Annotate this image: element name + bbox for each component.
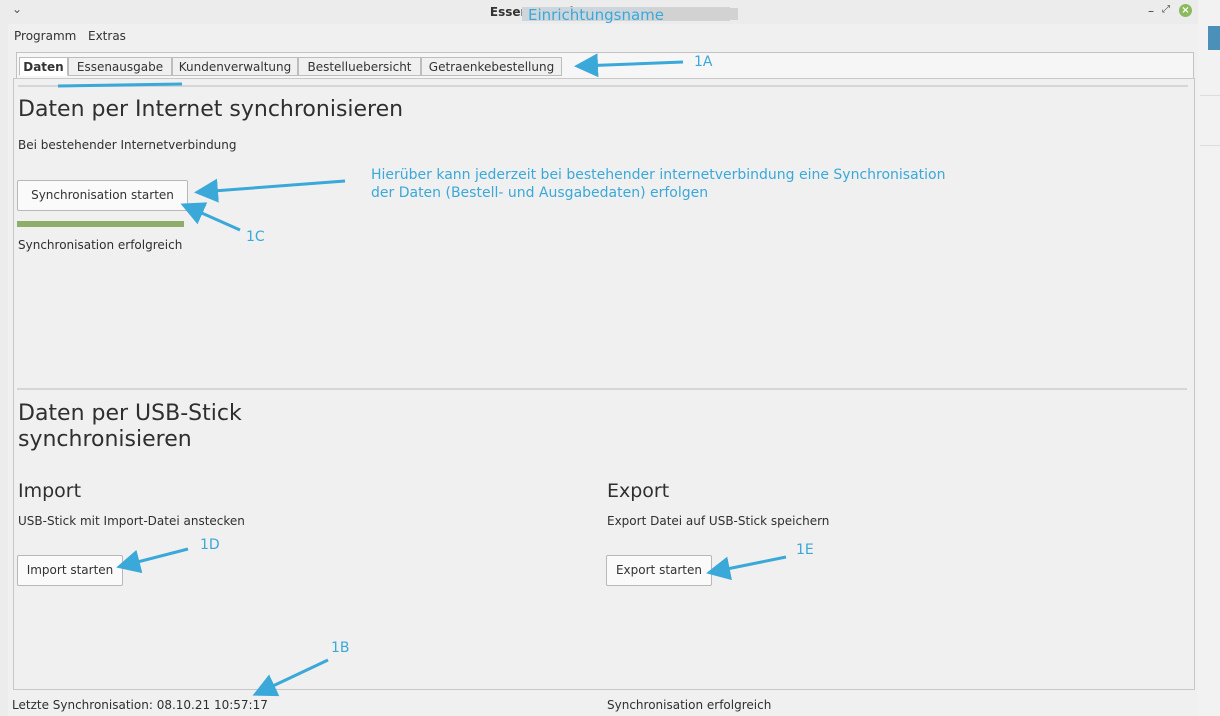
arrow-1e	[706, 555, 787, 581]
underline-daten	[57, 82, 183, 88]
arrow-sync-description	[194, 178, 346, 203]
annotation-arrows	[57, 53, 787, 697]
arrow-1c	[180, 202, 241, 232]
arrow-1b	[252, 658, 329, 697]
arrow-1a	[574, 53, 684, 78]
arrow-1d	[116, 547, 189, 574]
